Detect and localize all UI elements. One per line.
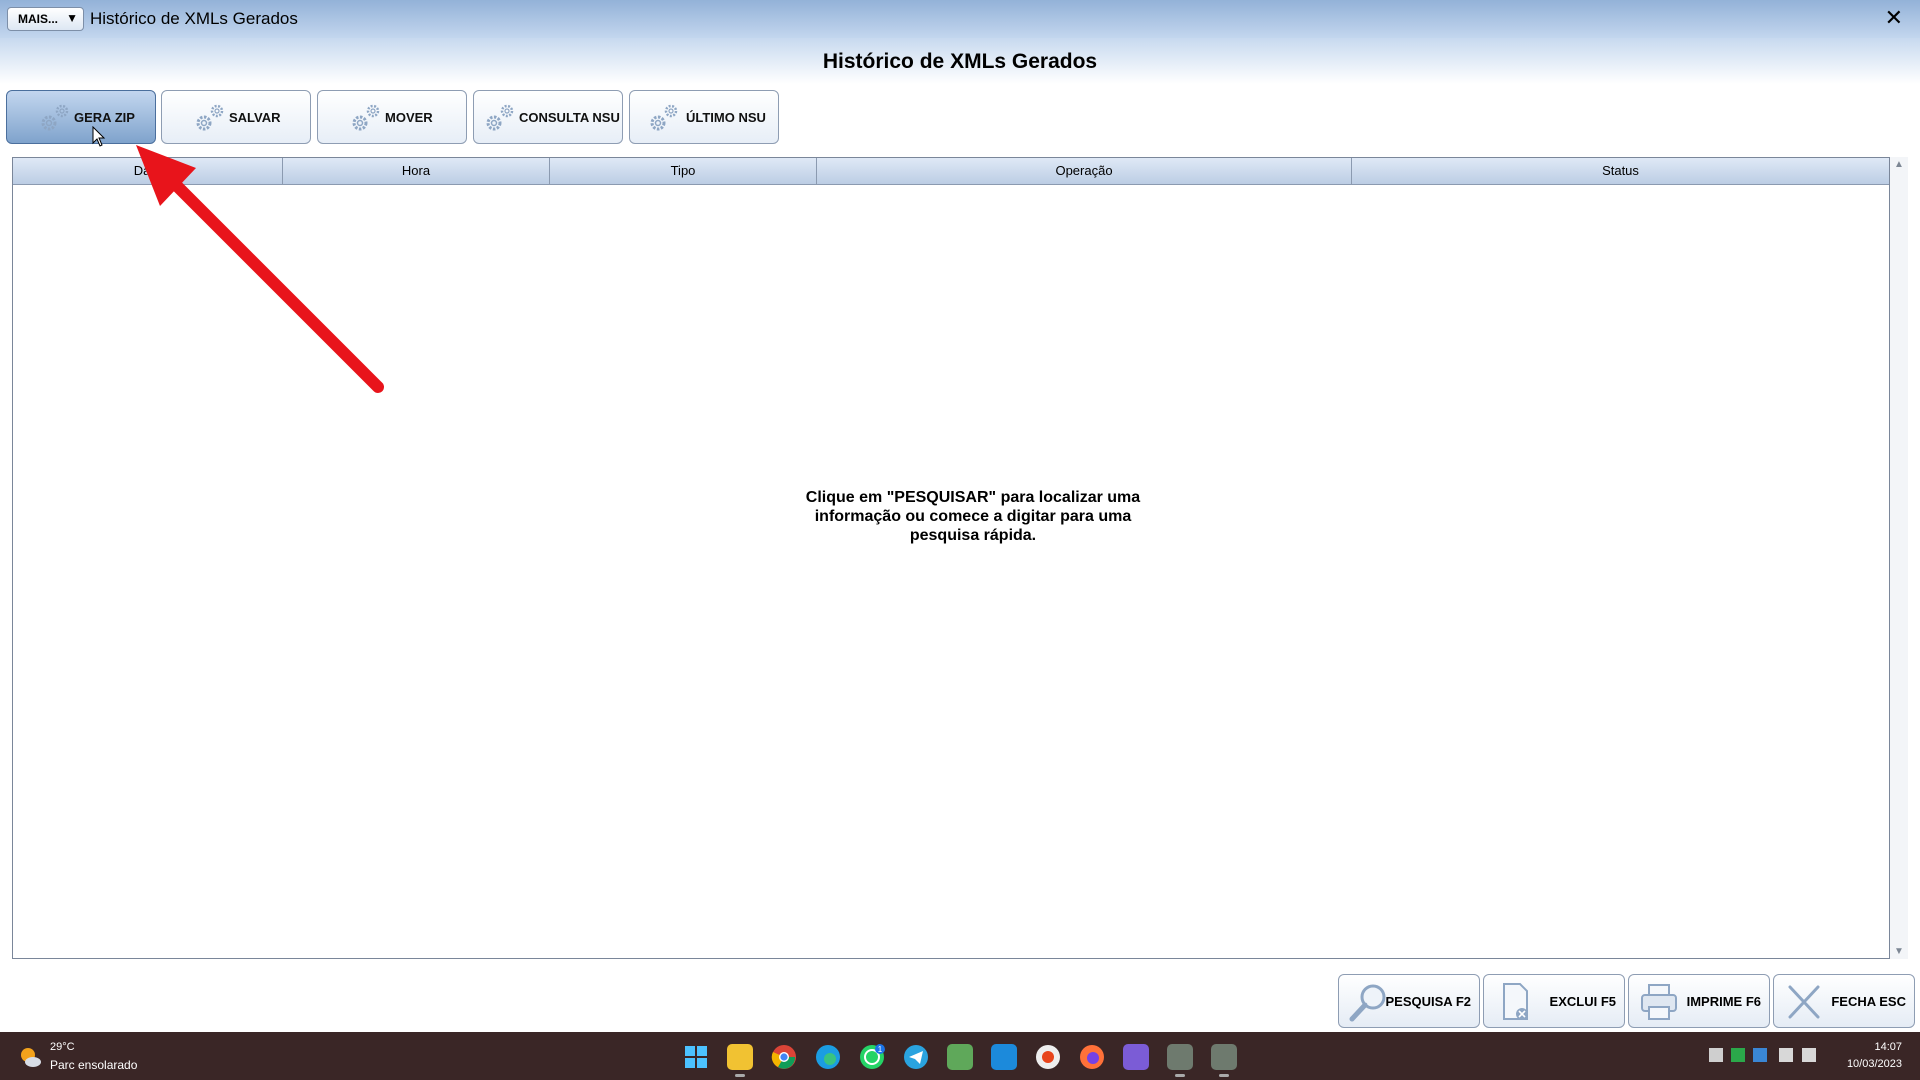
telegram-icon[interactable] — [903, 1044, 929, 1070]
gear-icon — [196, 104, 224, 131]
remote-app-icon[interactable] — [991, 1044, 1017, 1070]
exclui-button[interactable]: EXCLUI F5 — [1483, 974, 1625, 1028]
gear-icon — [486, 104, 514, 131]
column-header-hora[interactable]: Hora — [283, 158, 550, 184]
salvar-button[interactable]: SALVAR — [161, 90, 311, 144]
salvar-label: SALVAR — [229, 110, 281, 125]
weather-description[interactable]: Parc ensolarado — [50, 1058, 137, 1072]
header-band: Histórico de XMLs Gerados — [0, 38, 1920, 84]
page-title: Histórico de XMLs Gerados — [822, 50, 1098, 73]
scroll-up-icon[interactable]: ▲ — [1894, 159, 1904, 170]
fecha-label: FECHA ESC — [1831, 994, 1906, 1009]
weather-temperature[interactable]: 29°C — [50, 1041, 75, 1053]
column-header-status[interactable]: Status — [1352, 158, 1889, 184]
pesquisa-button[interactable]: PESQUISA F2 — [1338, 974, 1480, 1028]
search-icon — [1349, 984, 1386, 1022]
ultimo-nsu-button[interactable]: ÚLTIMO NSU — [629, 90, 779, 144]
whatsapp-icon[interactable]: 1 — [859, 1044, 885, 1070]
system-app-icon[interactable] — [1167, 1044, 1193, 1077]
mouse-cursor-icon — [92, 126, 106, 147]
firefox-icon[interactable] — [1079, 1044, 1105, 1070]
scroll-down-icon[interactable]: ▼ — [1894, 946, 1904, 957]
gear-icon — [352, 104, 380, 131]
column-header-operacao[interactable]: Operação — [817, 158, 1352, 184]
security-shield-icon[interactable] — [1731, 1048, 1745, 1062]
gera-zip-label: GERA ZIP — [74, 110, 135, 125]
partly-sunny-icon[interactable] — [18, 1045, 42, 1069]
whatsapp-badge: 1 — [878, 1045, 883, 1054]
gera-zip-button[interactable]: GERA ZIP — [6, 90, 156, 144]
edge-icon[interactable] — [815, 1044, 841, 1070]
gear-icon — [41, 104, 69, 131]
file-explorer-icon[interactable] — [727, 1044, 753, 1077]
clock-time[interactable]: 14:07 — [1874, 1041, 1902, 1053]
notepad-icon[interactable] — [947, 1044, 973, 1070]
column-header-data[interactable]: Data — [13, 158, 283, 184]
empty-state-message: Clique em "PESQUISAR" para localizar uma… — [805, 489, 1141, 544]
grid-header: Data Hora Tipo Operação Status — [13, 158, 1889, 185]
close-icon — [1788, 985, 1820, 1019]
vertical-scrollbar[interactable]: ▲ ▼ — [1890, 157, 1908, 959]
pesquisa-label: PESQUISA F2 — [1385, 994, 1471, 1009]
chevron-down-icon: ▼ — [66, 11, 78, 25]
exclui-label: EXCLUI F5 — [1549, 994, 1616, 1009]
mover-label: MOVER — [385, 110, 433, 125]
gear-icon — [650, 104, 678, 131]
clock-date[interactable]: 10/03/2023 — [1847, 1058, 1902, 1070]
cloud-icon[interactable] — [1753, 1048, 1767, 1062]
taskbar: 29°C Parc ensolarado 1 14:07 10/03/2023 — [0, 1032, 1920, 1080]
volume-icon[interactable] — [1802, 1048, 1816, 1062]
usb-icon[interactable] — [1709, 1048, 1723, 1062]
fecha-button[interactable]: FECHA ESC — [1773, 974, 1915, 1028]
video-editor-icon[interactable] — [1123, 1044, 1149, 1070]
close-icon[interactable]: ✕ — [1885, 7, 1903, 29]
network-icon[interactable] — [1779, 1048, 1793, 1062]
imprime-label: IMPRIME F6 — [1686, 994, 1761, 1009]
ultimo-nsu-label: ÚLTIMO NSU — [686, 110, 766, 125]
window-title: Histórico de XMLs Gerados — [90, 9, 298, 28]
delete-document-icon — [1503, 983, 1528, 1020]
column-header-tipo[interactable]: Tipo — [550, 158, 817, 184]
app-icon[interactable] — [1035, 1044, 1061, 1070]
title-bar: MAIS... ▼ Histórico de XMLs Gerados ✕ — [0, 0, 1920, 38]
mais-dropdown-button[interactable]: MAIS... ▼ — [7, 7, 84, 31]
consulta-nsu-label: CONSULTA NSU — [519, 110, 620, 125]
chrome-icon[interactable] — [771, 1044, 797, 1070]
mover-button[interactable]: MOVER — [317, 90, 467, 144]
windows-start-icon[interactable] — [683, 1044, 709, 1070]
system-app-icon-2[interactable] — [1211, 1044, 1237, 1077]
consulta-nsu-button[interactable]: CONSULTA NSU — [473, 90, 623, 144]
imprime-button[interactable]: IMPRIME F6 — [1628, 974, 1770, 1028]
results-grid[interactable]: Data Hora Tipo Operação Status Clique em… — [12, 157, 1890, 959]
mais-label: MAIS... — [18, 12, 59, 26]
printer-icon — [1641, 984, 1677, 1020]
